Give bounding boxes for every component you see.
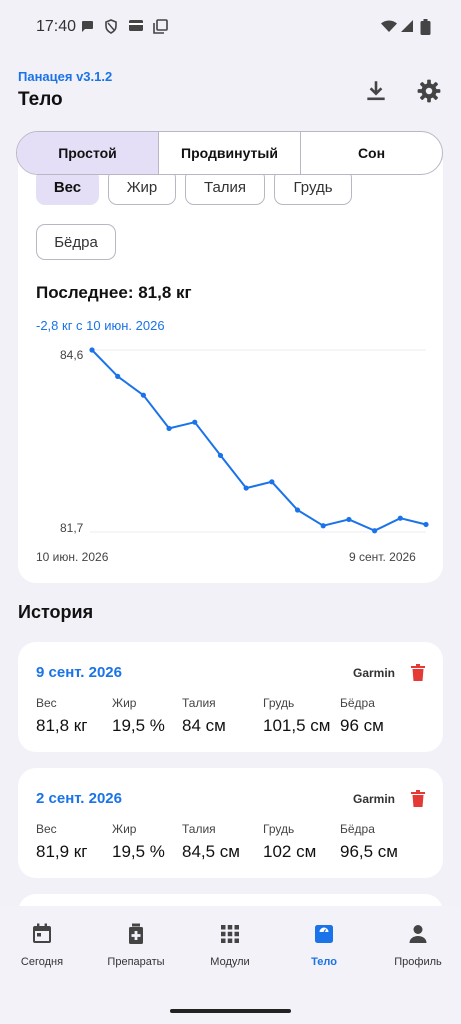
data-point-0 bbox=[89, 347, 95, 353]
data-point-13 bbox=[423, 521, 429, 528]
metric-value: 96,5 см bbox=[340, 842, 398, 861]
metric-label: Грудь bbox=[263, 696, 295, 710]
metric-label: Жир bbox=[112, 696, 137, 710]
metric-label: Бёдра bbox=[340, 696, 375, 710]
tab-simple[interactable]: Простой bbox=[17, 132, 159, 174]
data-point-4 bbox=[192, 419, 198, 425]
metric-value: 84 см bbox=[182, 716, 226, 735]
weight-series-line bbox=[91, 349, 427, 532]
data-point-6 bbox=[243, 485, 249, 491]
metric-fat: Жир 19,5 % bbox=[112, 696, 165, 736]
tab-sleep[interactable]: Сон bbox=[301, 132, 442, 174]
metric-value: 84,5 см bbox=[182, 842, 240, 861]
metric-value: 101,5 см bbox=[263, 716, 331, 735]
metric-label: Бёдра bbox=[340, 822, 375, 836]
nav-label: Тело bbox=[311, 956, 337, 968]
metric-label: Талия bbox=[182, 822, 216, 836]
weight-line-chart bbox=[89, 347, 429, 534]
data-point-2 bbox=[140, 392, 146, 398]
metric-label: Грудь bbox=[263, 822, 295, 836]
scale-icon bbox=[315, 925, 333, 943]
entry-date: 2 сент. 2026 bbox=[36, 790, 122, 807]
metric-value: 81,9 кг bbox=[36, 842, 88, 861]
metric-label: Талия bbox=[182, 696, 216, 710]
metric-hips: Бёдра 96,5 см bbox=[340, 822, 398, 862]
metric-chest: Грудь 101,5 см bbox=[263, 696, 330, 736]
bottom-navigation: Сегодня Препараты Модули Тело Профиль bbox=[0, 906, 461, 1024]
data-point-3 bbox=[166, 425, 172, 432]
nav-label: Модули bbox=[210, 956, 250, 968]
history-entry-card[interactable]: 2 сент. 2026 Garmin Вес 81,9 кг Жир 19,5 %… bbox=[18, 768, 443, 878]
metric-label: Вес bbox=[36, 822, 57, 836]
metric-weight: Вес 81,8 кг bbox=[36, 696, 87, 736]
delete-trash-icon[interactable] bbox=[411, 664, 425, 681]
person-icon bbox=[409, 925, 427, 943]
metric-value: 81,8 кг bbox=[36, 716, 88, 735]
data-point-9 bbox=[320, 523, 326, 529]
entry-source: Garmin bbox=[352, 666, 395, 680]
metric-fat: Жир 19,5 % bbox=[112, 822, 165, 862]
gesture-bar bbox=[170, 1009, 291, 1013]
history-title: История bbox=[18, 602, 94, 622]
entry-source: Garmin bbox=[352, 792, 395, 806]
metric-waist: Талия 84 см bbox=[182, 696, 226, 736]
data-point-1 bbox=[115, 373, 121, 379]
metric-label: Жир bbox=[112, 822, 137, 836]
metric-value: 96 см bbox=[340, 716, 384, 735]
nav-medicines[interactable]: Препараты bbox=[90, 922, 182, 968]
delete-trash-icon[interactable] bbox=[411, 790, 425, 807]
metric-hips: Бёдра 96 см bbox=[340, 696, 384, 736]
metric-label: Вес bbox=[36, 696, 57, 710]
data-point-7 bbox=[269, 479, 275, 485]
tab-advanced[interactable]: Продвинутый bbox=[159, 132, 301, 174]
nav-label: Сегодня bbox=[20, 956, 64, 968]
metric-value: 19,5 % bbox=[112, 842, 165, 861]
data-point-10 bbox=[346, 516, 352, 523]
nav-label: Препараты bbox=[107, 956, 165, 968]
metric-waist: Талия 84,5 см bbox=[182, 822, 240, 862]
nav-body[interactable]: Тело bbox=[278, 922, 370, 968]
entry-date: 9 сент. 2026 bbox=[36, 664, 122, 681]
nav-label: Профиль bbox=[394, 956, 442, 968]
data-point-12 bbox=[397, 515, 403, 521]
mode-tabs: Простой Продвинутый Сон bbox=[16, 131, 443, 175]
nav-profile[interactable]: Профиль bbox=[372, 922, 461, 968]
calendar-icon bbox=[33, 923, 51, 943]
nav-today[interactable]: Сегодня bbox=[0, 922, 88, 968]
data-point-8 bbox=[294, 507, 301, 513]
nav-modules[interactable]: Модули bbox=[184, 922, 276, 968]
data-point-5 bbox=[217, 452, 224, 459]
metric-chest: Грудь 102 см bbox=[263, 822, 316, 862]
metric-value: 19,5 % bbox=[112, 716, 165, 735]
medicine-icon bbox=[129, 923, 143, 944]
data-point-11 bbox=[372, 528, 378, 534]
history-entry-card[interactable]: 9 сент. 2026 Garmin Вес 81,8 кг Жир 19,5 %… bbox=[18, 642, 443, 752]
grid-icon bbox=[221, 925, 239, 943]
metric-weight: Вес 81,9 кг bbox=[36, 822, 87, 862]
metric-value: 102 см bbox=[263, 842, 317, 861]
